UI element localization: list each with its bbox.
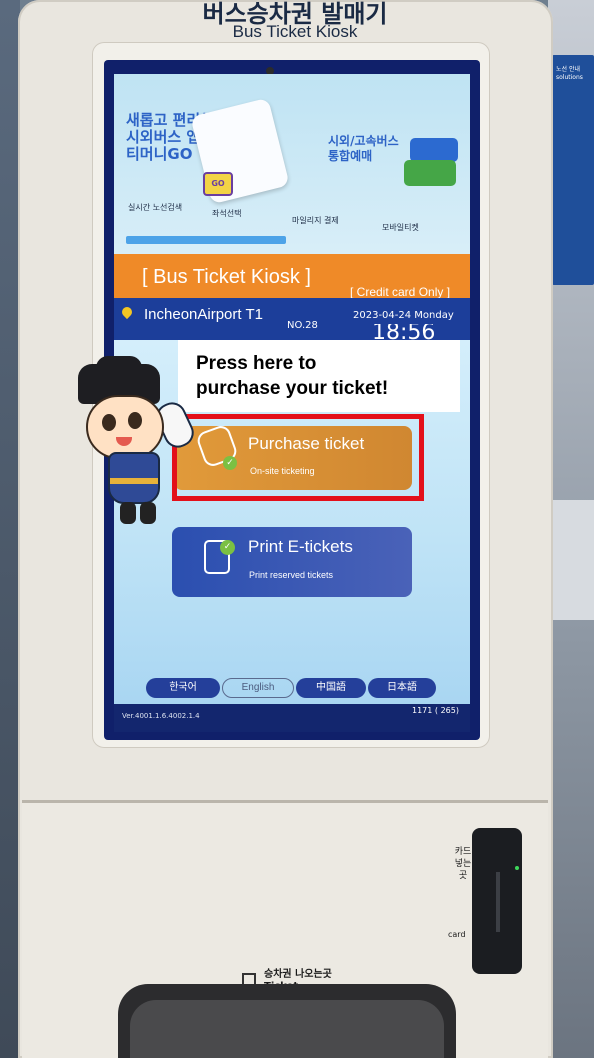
green-bus-icon (404, 160, 456, 186)
print-e-tickets-label: Print E-tickets (248, 537, 353, 556)
card-reader-led-icon (515, 866, 519, 870)
ticket-outlet-inner (130, 1000, 444, 1058)
kiosk-header-english: Bus Ticket Kiosk (232, 22, 358, 41)
banner-feature: 모바일티켓 (382, 223, 419, 232)
language-english-button[interactable]: English (222, 678, 294, 698)
callout-text: Press here to purchase your ticket! (196, 353, 389, 399)
background-wall-left (0, 0, 20, 1058)
print-e-tickets-sublabel: Print reserved tickets (249, 570, 334, 580)
mascot-eye (128, 412, 142, 429)
banner-info-chip (126, 236, 286, 244)
route-info-sign (552, 55, 594, 285)
mascot-eye (102, 414, 116, 431)
mascot-belt (110, 478, 158, 484)
current-time: 18:56 (372, 324, 436, 340)
version-text: Ver.4001.1.6.4002.1.4 (122, 712, 200, 720)
card-insert-label-english: card (448, 930, 466, 939)
mascot-leg (140, 502, 156, 524)
screen-title: [ Bus Ticket Kiosk ] (142, 266, 311, 288)
payment-note: [ Credit card Only ] (350, 285, 451, 299)
banner-feature: 실시간 노선검색 (128, 203, 183, 212)
language-korean-button[interactable]: 한국어 (146, 678, 220, 698)
route-info-sign-text: 노선 안내 solutions (556, 66, 583, 81)
kiosk-number: NO.28 (287, 320, 318, 331)
language-japanese-button[interactable]: 日本語 (368, 678, 436, 698)
card-slot[interactable] (496, 872, 500, 932)
background-shelf (548, 500, 594, 620)
mascot-hat-top (96, 356, 142, 374)
blue-bus-icon (410, 138, 458, 162)
banner-feature: 좌석선택 (212, 209, 242, 218)
highlight-frame (172, 414, 424, 501)
location-name: IncheonAirport T1 (144, 306, 263, 323)
current-date: 2023-04-24 Monday (353, 310, 454, 321)
mascot-leg (120, 502, 136, 524)
card-insert-label: 카드 넣는곳 (454, 847, 472, 881)
check-icon: ✓ (220, 540, 235, 555)
go-badge-icon: GO (203, 172, 233, 196)
counter-text: 1171 ( 265) (412, 706, 459, 715)
language-chinese-button[interactable]: 中国語 (296, 678, 366, 698)
mascot-face (86, 395, 164, 459)
banner-feature: 마일리지 결제 (292, 216, 339, 225)
